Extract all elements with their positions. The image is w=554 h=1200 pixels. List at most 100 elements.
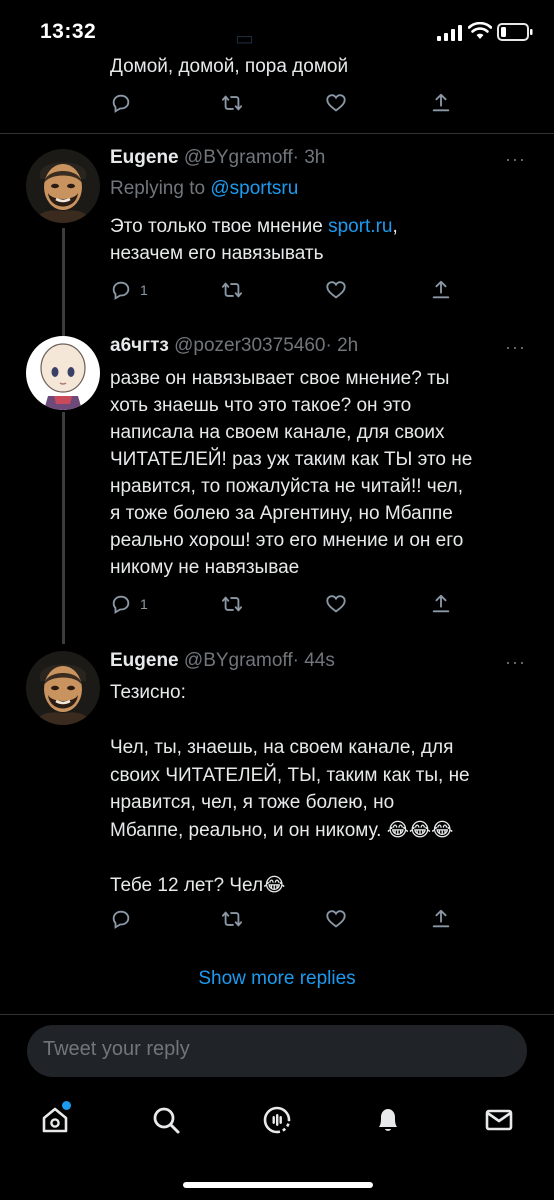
- like-button[interactable]: [325, 277, 347, 303]
- heart-icon: [326, 281, 346, 299]
- tweet-text-line: написала на своем канале, для своих: [110, 422, 445, 443]
- user-handle[interactable]: @BYgramoff: [184, 147, 293, 168]
- wifi-icon: [468, 22, 492, 39]
- retweet-icon: [221, 95, 243, 111]
- retweet-icon: [221, 282, 243, 298]
- retweet-button[interactable]: [220, 906, 244, 932]
- reply-count: 1: [140, 596, 148, 612]
- share-button[interactable]: [430, 90, 452, 116]
- tweet-time: · 2h: [325, 335, 359, 356]
- retweet-icon: [221, 911, 243, 927]
- notifications-icon: [379, 1109, 397, 1131]
- user-handle[interactable]: @pozer30375460: [174, 335, 325, 356]
- share-button[interactable]: [430, 591, 452, 617]
- retweet-button[interactable]: [220, 591, 244, 617]
- tweet-text-line: я тоже болею за Аргентину, но Мбаппе: [110, 503, 453, 524]
- reply-button[interactable]: 1: [110, 277, 148, 303]
- tweet-text-part: Это только твое мнение: [110, 216, 329, 237]
- avatar[interactable]: [26, 149, 100, 223]
- share-icon: [432, 93, 450, 112]
- messages-icon: [485, 1109, 513, 1131]
- tweet-text-line: [110, 844, 505, 872]
- user-name[interactable]: Eugene: [110, 147, 179, 168]
- tweet-link[interactable]: sport.ru: [328, 216, 392, 237]
- user-name[interactable]: а6чгтз: [110, 335, 169, 356]
- heart-icon: [326, 94, 346, 112]
- header-title-ghost: ▭: [235, 28, 254, 50]
- replying-to: Replying to @sportsru: [110, 178, 298, 200]
- tweet-text: Это только твое мнение sport.ru, незачем…: [110, 213, 505, 267]
- tweet-header: а6чгтз @pozer30375460· 2h: [110, 335, 358, 357]
- replying-to-label: Replying to: [110, 178, 206, 199]
- tweet-time: · 3h: [292, 147, 326, 168]
- tab-home[interactable]: [40, 1105, 70, 1140]
- share-icon: [432, 594, 450, 613]
- search-icon: [153, 1107, 180, 1134]
- reply-button[interactable]: [110, 90, 132, 116]
- tab-search[interactable]: [151, 1105, 181, 1140]
- status-time: 13:32: [40, 20, 97, 43]
- retweet-button[interactable]: [220, 277, 244, 303]
- avatar-eugene-icon: [26, 149, 100, 223]
- more-options-button[interactable]: ···: [505, 149, 526, 170]
- tweet-text-line: своих ЧИТАТЕЛЕЙ, ТЫ, таким как ты, не: [110, 764, 470, 786]
- cellular-signal-icon: [437, 25, 462, 41]
- share-button[interactable]: [430, 906, 452, 932]
- tweet-text-line: хоть знаешь что это такое? он это: [110, 395, 412, 416]
- tweet-header: Eugene @BYgramoff· 3h: [110, 147, 325, 169]
- more-options-button[interactable]: ···: [505, 652, 526, 673]
- show-more-replies-link[interactable]: Show more replies: [0, 968, 554, 990]
- divider: [0, 1014, 554, 1015]
- reply-icon: [112, 94, 130, 113]
- like-button[interactable]: [325, 906, 347, 932]
- tweet-text-line: никому не навязывае: [110, 557, 300, 578]
- retweet-button[interactable]: [220, 90, 244, 116]
- share-button[interactable]: [430, 277, 452, 303]
- reply-count: 1: [140, 282, 148, 298]
- tweet-text: Тезисно: Чел, ты, знаешь, на своем канал…: [110, 679, 505, 899]
- tweet-text-line: незачем его навязывать: [110, 243, 324, 264]
- avatar-eugene-icon: [26, 651, 100, 725]
- tab-messages[interactable]: [484, 1105, 514, 1140]
- reply-icon: [112, 910, 130, 929]
- share-icon: [432, 280, 450, 299]
- avatar[interactable]: [26, 651, 100, 725]
- reply-composer-placeholder: Tweet your reply: [43, 1038, 190, 1060]
- reply-button[interactable]: 1: [110, 591, 148, 617]
- tweet-actions: 1: [110, 277, 470, 303]
- tweet-text-line: нравится, чел, я тоже болею, но: [110, 792, 395, 813]
- avatar-anime-icon: [26, 336, 100, 410]
- share-icon: [432, 909, 450, 928]
- user-handle[interactable]: @BYgramoff: [184, 650, 293, 671]
- tweet-actions: 1: [110, 591, 470, 617]
- home-notification-dot: [62, 1101, 71, 1110]
- thread-line: [62, 412, 65, 644]
- mention-link[interactable]: @sportsru: [210, 178, 298, 199]
- spaces-icon: [263, 1106, 291, 1134]
- tweet-actions: [110, 906, 470, 932]
- previous-tweet-text: Домой, домой, пора домой: [110, 56, 349, 77]
- battery-icon: [497, 23, 533, 41]
- tweet-header: Eugene @BYgramoff· 44s: [110, 650, 335, 672]
- reply-icon: [112, 281, 130, 300]
- tab-spaces[interactable]: [262, 1105, 292, 1140]
- tab-notifications[interactable]: [373, 1105, 403, 1140]
- divider: [0, 133, 554, 134]
- more-options-button[interactable]: ···: [505, 337, 526, 358]
- tweet-text-line: Тезисно:: [110, 682, 186, 703]
- tweet-text-line: ЧИТАТЕЛЕЙ! раз уж таким как ТЫ это не: [110, 449, 473, 470]
- tweet-text-line: разве он навязывает свое мнение? ты: [110, 368, 450, 389]
- tweet-text-line: нравится, то пожалуйста не читай!! чел,: [110, 476, 464, 497]
- tweet-text-part: ,: [392, 216, 398, 237]
- tweet-time: · 44s: [292, 650, 335, 671]
- heart-icon: [326, 595, 346, 613]
- user-name[interactable]: Eugene: [110, 650, 179, 671]
- reply-button[interactable]: [110, 906, 132, 932]
- tweet-text-line: Тебе 12 лет? Чел😂: [110, 874, 286, 896]
- avatar[interactable]: [26, 336, 100, 410]
- like-button[interactable]: [325, 591, 347, 617]
- tweet-text-line: Чел, ты, знаешь, на своем канале, для: [110, 737, 454, 758]
- retweet-icon: [221, 596, 243, 612]
- tweet-text-line: Мбаппе, реально, и он никому. 😂😂😂: [110, 819, 454, 841]
- like-button[interactable]: [325, 90, 347, 116]
